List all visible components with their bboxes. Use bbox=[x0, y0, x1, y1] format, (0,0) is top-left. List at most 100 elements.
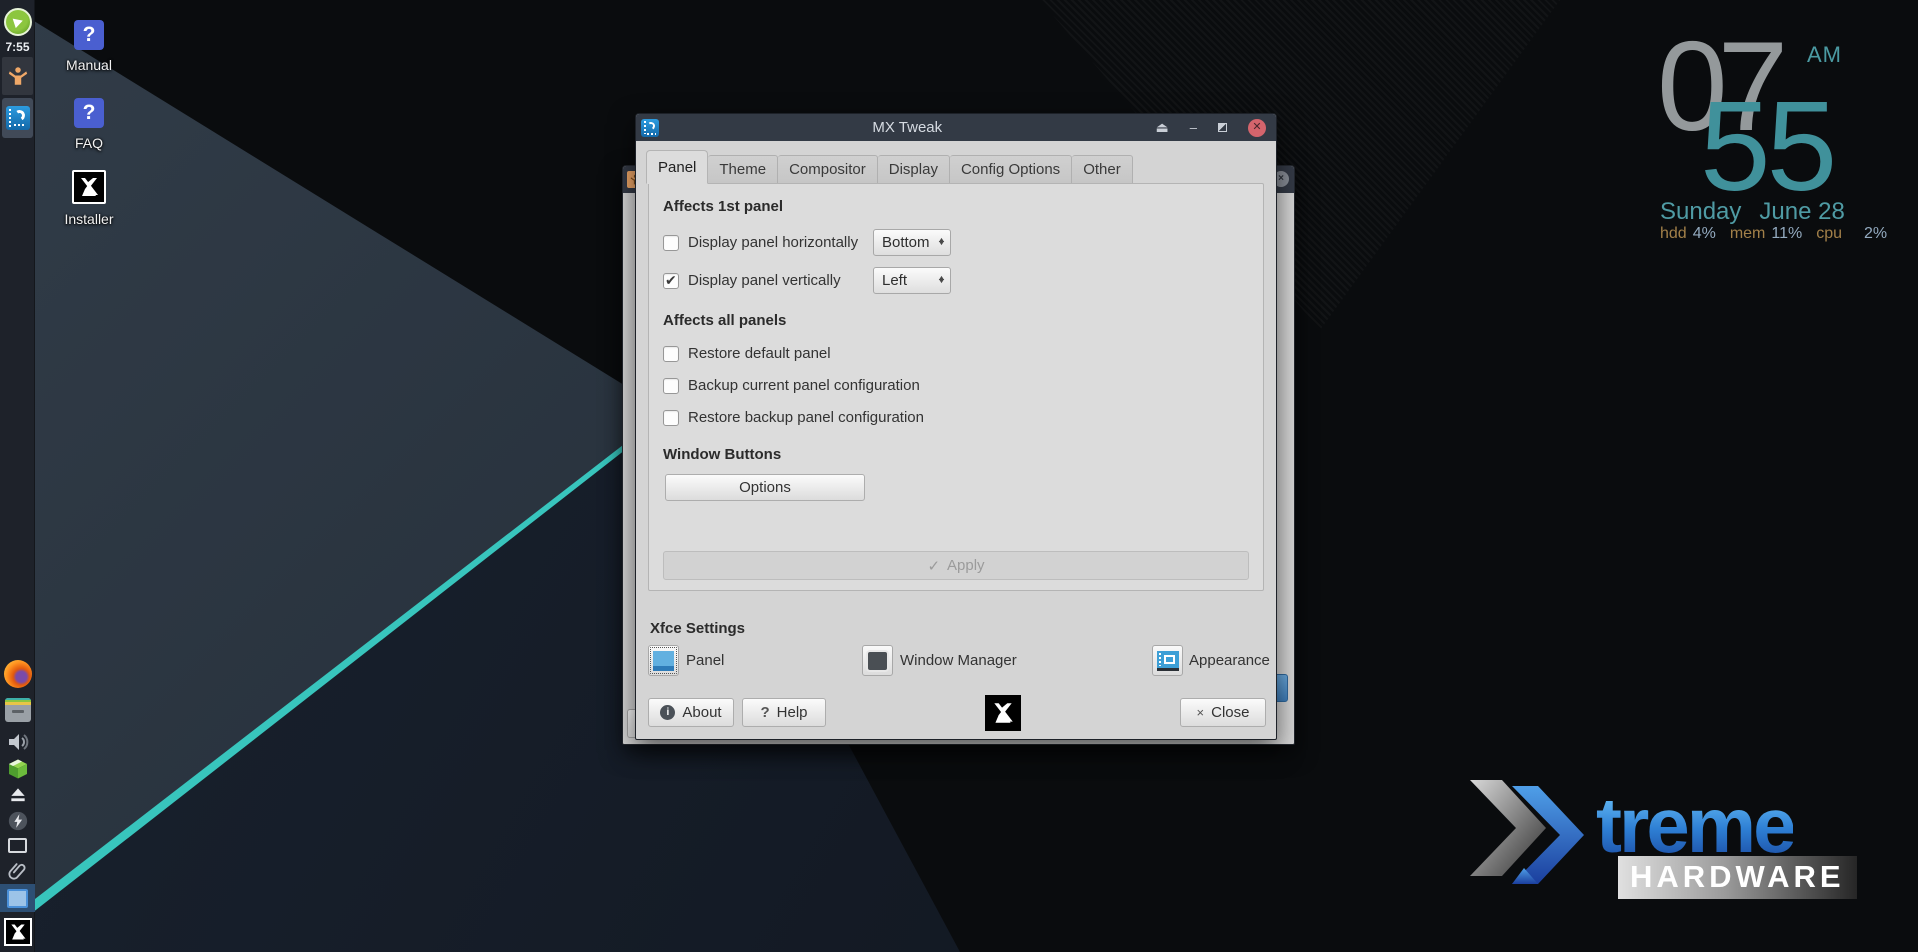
checkbox-label: Display panel vertically bbox=[688, 272, 873, 289]
eject-icon bbox=[8, 785, 28, 805]
panel-clock: 7:55 bbox=[0, 40, 35, 54]
desktop-icon-manual[interactable]: ? Manual bbox=[46, 20, 132, 73]
xtreme-hardware-logo: treme HARDWARE bbox=[1468, 778, 1918, 952]
taskbar-panel: 7:55 bbox=[0, 0, 35, 952]
tab-config-options[interactable]: Config Options bbox=[950, 155, 1072, 184]
show-desktop-toggle[interactable] bbox=[0, 884, 35, 912]
firefox-icon bbox=[4, 660, 32, 688]
desktop-icon bbox=[7, 889, 28, 908]
package-installer-launcher[interactable] bbox=[0, 757, 35, 781]
titlebar[interactable]: MX Tweak ⏏ – ✕ bbox=[636, 114, 1276, 141]
tab-panel[interactable]: Panel bbox=[646, 150, 708, 184]
mx-tweak-app-icon bbox=[641, 119, 659, 137]
minimize-icon[interactable]: – bbox=[1190, 121, 1197, 134]
check-icon: ✓ bbox=[927, 557, 940, 575]
package-box-icon bbox=[6, 757, 30, 781]
workspace-switcher[interactable] bbox=[0, 838, 35, 853]
stat-hdd-value: 4% bbox=[1693, 225, 1716, 242]
spinner-arrows-icon[interactable]: ▲▼ bbox=[938, 241, 945, 244]
checkbox-label: Restore backup panel configuration bbox=[688, 409, 924, 426]
stat-cpu-value: 2% bbox=[1864, 225, 1887, 242]
checkbox-display-horizontally[interactable]: ✔ bbox=[663, 235, 679, 251]
checkbox-label: Display panel horizontally bbox=[688, 234, 873, 251]
mx-tweak-window[interactable]: MX Tweak ⏏ – ✕ Panel Theme Compositor Di… bbox=[635, 113, 1277, 740]
close-x-icon: × bbox=[1197, 705, 1205, 720]
appearance-icon bbox=[1157, 651, 1179, 671]
tab-compositor[interactable]: Compositor bbox=[778, 155, 878, 184]
xfce-panel-label: Panel bbox=[686, 652, 724, 669]
row-restore-backup: ✔ Restore backup panel configuration bbox=[663, 409, 1249, 426]
shade-window-icon[interactable]: ⏏ bbox=[1156, 121, 1169, 135]
menu-icon bbox=[4, 8, 32, 36]
mx-panel-badge[interactable] bbox=[0, 918, 35, 946]
checkbox-restore-default[interactable]: ✔ bbox=[663, 346, 679, 362]
xfce-panel-button[interactable] bbox=[648, 645, 679, 676]
volume-control[interactable] bbox=[0, 730, 35, 754]
apply-button[interactable]: ✓ Apply bbox=[663, 551, 1249, 580]
section-affects-first-panel: Affects 1st panel bbox=[663, 198, 1249, 215]
stat-cpu-label: cpu bbox=[1816, 225, 1842, 242]
row-backup-current: ✔ Backup current panel configuration bbox=[663, 377, 1249, 394]
paperclip-icon bbox=[7, 860, 29, 882]
checkbox-restore-backup[interactable]: ✔ bbox=[663, 410, 679, 426]
person-icon bbox=[7, 65, 29, 87]
window-manager-icon bbox=[868, 652, 887, 670]
flash-circle-icon bbox=[7, 810, 29, 832]
checkbox-label: Restore default panel bbox=[688, 345, 831, 362]
file-cabinet-icon bbox=[5, 698, 31, 722]
app-menu-button[interactable] bbox=[0, 8, 35, 36]
desktop-icon-faq[interactable]: ? FAQ bbox=[46, 98, 132, 151]
panel-settings-icon bbox=[653, 651, 674, 671]
checkbox-label: Backup current panel configuration bbox=[688, 377, 920, 394]
spinner-arrows-icon[interactable]: ▲▼ bbox=[938, 279, 945, 282]
close-window-icon[interactable]: ✕ bbox=[1248, 119, 1266, 137]
conky-clock: 07 55 AM SundayJune 28 hdd4%mem11%cpu2% bbox=[1600, 20, 1918, 260]
about-button[interactable]: i About bbox=[648, 698, 734, 727]
xfce-settings-heading: Xfce Settings bbox=[650, 620, 745, 637]
help-button[interactable]: ? Help bbox=[742, 698, 826, 727]
faq-question-icon[interactable]: ? bbox=[74, 98, 104, 128]
eject-button[interactable] bbox=[0, 785, 35, 805]
quick-launch-button[interactable] bbox=[0, 810, 35, 832]
desktop-icon-installer[interactable]: Installer bbox=[46, 170, 132, 227]
clock-date: June 28 bbox=[1759, 198, 1844, 225]
xfce-appearance-button[interactable] bbox=[1152, 645, 1183, 676]
maximize-icon[interactable] bbox=[1218, 123, 1227, 132]
system-stats: hdd4%mem11%cpu2% bbox=[1660, 225, 1901, 243]
task-button-mx-tweak[interactable] bbox=[2, 98, 33, 138]
stat-mem-value: 11% bbox=[1771, 225, 1802, 242]
position-select-vertical[interactable]: Left ▲▼ bbox=[873, 267, 951, 294]
tab-theme[interactable]: Theme bbox=[708, 155, 778, 184]
tab-other[interactable]: Other bbox=[1072, 155, 1133, 184]
mx-tweak-icon bbox=[6, 106, 30, 130]
clock-day: Sunday bbox=[1660, 198, 1741, 225]
xfce-window-manager-label: Window Manager bbox=[900, 652, 1017, 669]
logo-treme-text: treme bbox=[1596, 786, 1793, 864]
position-select-horizontal[interactable]: Bottom ▲▼ bbox=[873, 229, 951, 256]
clipboard-manager[interactable] bbox=[0, 860, 35, 882]
panel-tab-content: Affects 1st panel ✔ Display panel horizo… bbox=[648, 183, 1264, 591]
mx-x-icon bbox=[990, 700, 1016, 726]
speaker-icon bbox=[6, 730, 30, 754]
xfce-appearance-label: Appearance bbox=[1189, 652, 1270, 669]
file-manager-launcher[interactable] bbox=[0, 698, 35, 722]
checkbox-backup-current[interactable]: ✔ bbox=[663, 378, 679, 394]
workspace-icon bbox=[8, 838, 27, 853]
manual-question-icon[interactable]: ? bbox=[74, 20, 104, 50]
firefox-launcher[interactable] bbox=[0, 660, 35, 688]
logo-hardware-text: HARDWARE bbox=[1618, 856, 1857, 899]
mx-x-icon bbox=[4, 918, 32, 946]
tab-display[interactable]: Display bbox=[878, 155, 950, 184]
mx-installer-icon[interactable] bbox=[72, 170, 106, 204]
clock-minute: 55 bbox=[1700, 83, 1833, 210]
options-button[interactable]: Options bbox=[665, 474, 865, 501]
mx-logo-badge bbox=[985, 695, 1021, 731]
row-restore-default: ✔ Restore default panel bbox=[663, 345, 1249, 362]
close-button[interactable]: × Close bbox=[1180, 698, 1266, 727]
task-button-user-window[interactable] bbox=[2, 57, 33, 95]
clock-ampm: AM bbox=[1807, 42, 1842, 68]
xfce-window-manager-button[interactable] bbox=[862, 645, 893, 676]
window-title: MX Tweak bbox=[659, 119, 1156, 136]
checkbox-display-vertically[interactable]: ✔ bbox=[663, 273, 679, 289]
section-affects-all-panels: Affects all panels bbox=[663, 312, 1249, 329]
